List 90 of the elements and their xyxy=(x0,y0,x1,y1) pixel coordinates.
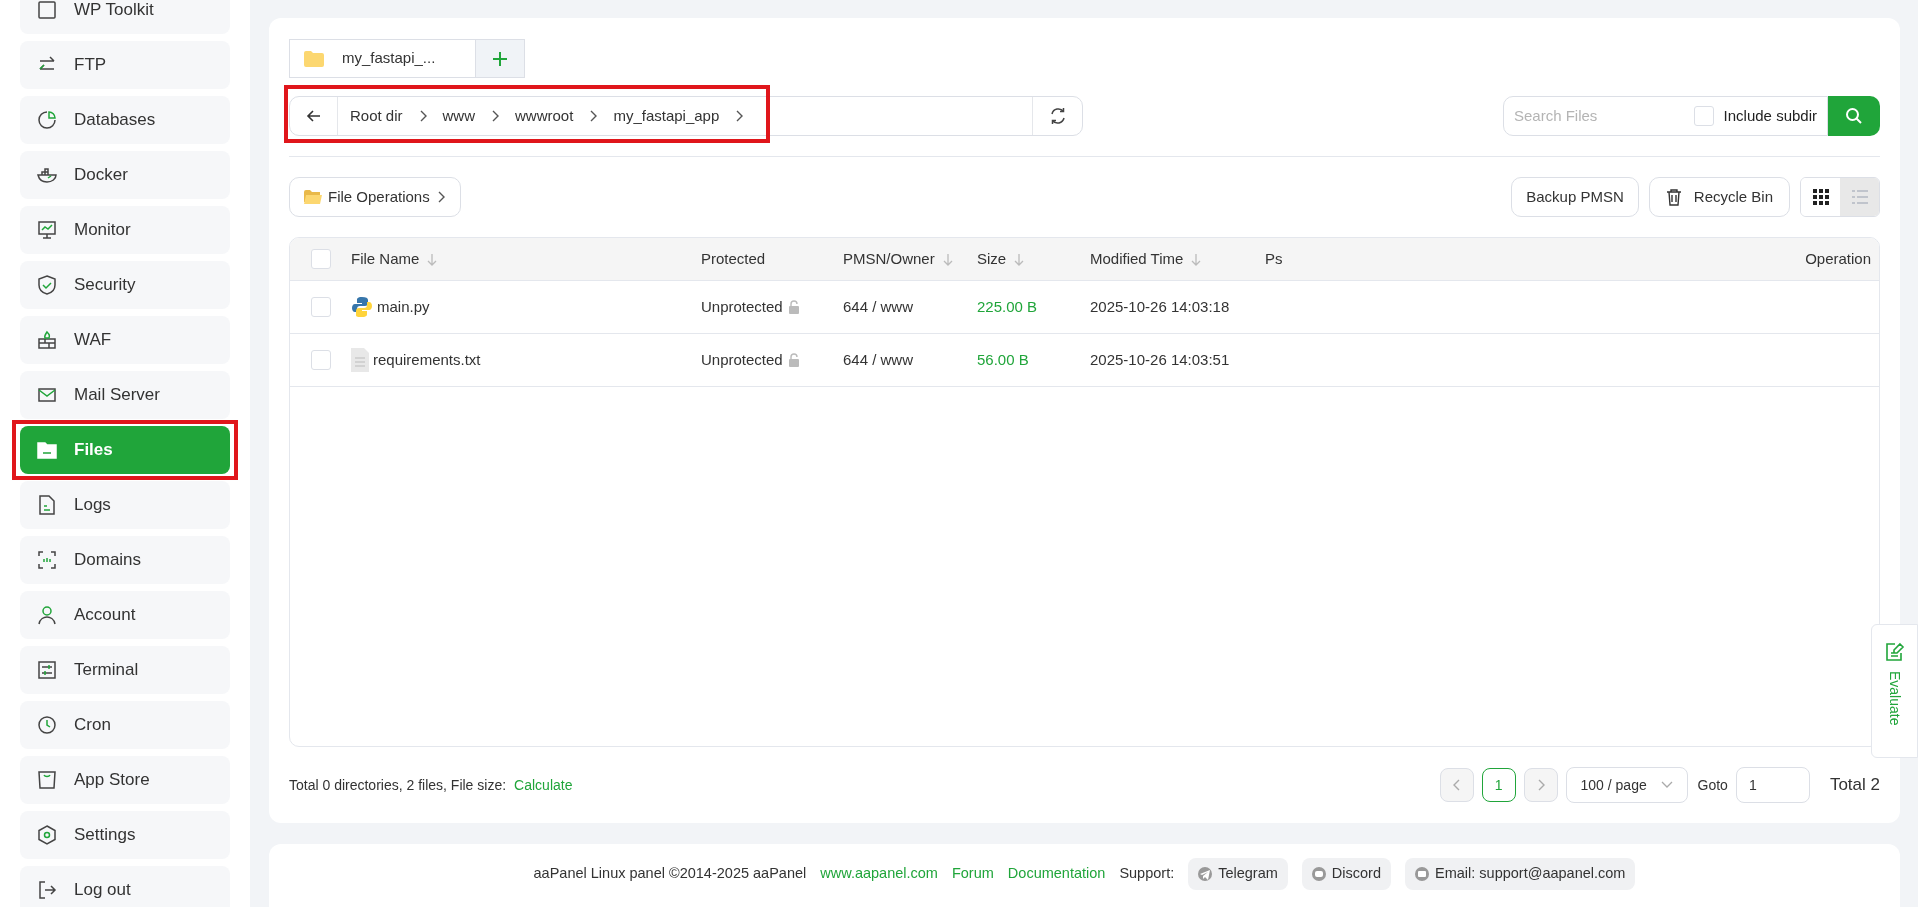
chevron-right-icon xyxy=(588,109,599,123)
sidebar-item[interactable]: Databases xyxy=(20,96,230,144)
list-icon xyxy=(1851,190,1868,204)
goto-page-field[interactable]: 1 xyxy=(1735,767,1810,803)
waf-icon xyxy=(36,329,58,351)
chevron-left-icon xyxy=(1452,779,1461,791)
recycle-bin-button[interactable]: Recycle Bin xyxy=(1648,177,1790,217)
dropdown-caret-icon xyxy=(1660,781,1673,789)
chevron-right-icon xyxy=(734,109,745,123)
column-header[interactable]: Modified Time xyxy=(1090,247,1184,271)
files-icon xyxy=(36,439,58,461)
breadcrumb-link[interactable]: www xyxy=(436,104,482,128)
goto-label: Goto xyxy=(1697,775,1728,795)
row-checkbox[interactable] xyxy=(310,350,331,370)
edit-note-icon xyxy=(1883,641,1906,663)
row-checkbox[interactable] xyxy=(310,297,331,317)
sidebar-item[interactable]: WAF xyxy=(20,316,230,364)
python-file-icon xyxy=(351,296,373,318)
search-field[interactable]: Search Files xyxy=(1514,104,1694,128)
table-cell: 2025-10-26 14:03:51 xyxy=(1090,350,1230,368)
breadcrumb-link[interactable]: my_fastapi_app xyxy=(607,104,726,128)
chevron-right-icon xyxy=(1536,779,1545,791)
folder-icon xyxy=(304,50,324,67)
domains-icon xyxy=(36,549,58,571)
copyright-text: aaPanel Linux panel ©2014-2025 aaPanel xyxy=(533,864,807,884)
sidebar-item[interactable]: Settings xyxy=(20,811,230,859)
protection-status[interactable]: Unprotected xyxy=(701,295,783,319)
checkbox-label: Include subdir xyxy=(1723,105,1817,126)
discord-button[interactable]: Discord xyxy=(1301,858,1391,890)
search-bar[interactable]: Search Files Include subdir xyxy=(1503,96,1828,136)
sidebar-item[interactable]: App Store xyxy=(20,756,230,804)
text-file-icon xyxy=(351,348,369,372)
column-header[interactable]: Operation xyxy=(1805,247,1871,271)
breadcrumb-link[interactable]: Root dir xyxy=(344,104,409,128)
page-size-select[interactable]: 100 / page xyxy=(1565,767,1688,803)
sidebar-item[interactable]: Terminal xyxy=(20,646,230,694)
column-header[interactable]: Ps xyxy=(1265,247,1283,271)
monitor-icon xyxy=(36,219,58,241)
total-count: Total 2 xyxy=(1829,774,1880,797)
sidebar-item[interactable]: Domains xyxy=(20,536,230,584)
unlocked-padlock-icon xyxy=(786,300,801,314)
sidebar-item[interactable]: Account xyxy=(20,591,230,639)
add-tab-button[interactable] xyxy=(476,40,524,77)
email-button[interactable]: Email: support@aapanel.com xyxy=(1405,858,1636,890)
sidebar-item[interactable]: Logs xyxy=(20,481,230,529)
column-header[interactable]: Size xyxy=(977,247,1007,271)
folder-icon xyxy=(304,190,322,204)
sidebar-item[interactable]: WP Toolkit xyxy=(20,0,230,34)
sidebar-item[interactable]: Cron xyxy=(20,701,230,749)
logs-icon xyxy=(36,494,58,516)
next-page-button[interactable] xyxy=(1523,768,1558,802)
table-cell[interactable]: 644 / www xyxy=(843,297,914,315)
trash-icon xyxy=(1665,188,1682,206)
column-header[interactable]: File Name xyxy=(351,247,420,271)
account-icon xyxy=(36,604,58,626)
previous-page-button[interactable] xyxy=(1439,768,1474,802)
sidebar-item[interactable]: Security xyxy=(20,261,230,309)
sidebar-item[interactable]: Monitor xyxy=(20,206,230,254)
breadcrumb-link[interactable]: wwwroot xyxy=(509,104,580,128)
sidebar-item[interactable]: Docker xyxy=(20,151,230,199)
column-header[interactable]: PMSN/Owner xyxy=(843,247,935,271)
grid-icon xyxy=(1812,189,1829,205)
protection-status[interactable]: Unprotected xyxy=(701,348,783,372)
search-icon xyxy=(1845,107,1863,125)
select-all-checkbox[interactable] xyxy=(310,249,331,269)
checkbox[interactable] xyxy=(1693,106,1714,126)
security-icon xyxy=(36,274,58,296)
file-name-link[interactable]: requirements.txt xyxy=(373,348,481,372)
table-cell[interactable]: 644 / www xyxy=(843,350,914,368)
terminal-icon xyxy=(36,659,58,681)
backup-pmsn-button[interactable]: Backup PMSN xyxy=(1511,177,1639,217)
sidebar-item[interactable]: Mail Server xyxy=(20,371,230,419)
support-label: Support: xyxy=(1119,864,1175,884)
settings-icon xyxy=(36,824,58,846)
file-name-link[interactable]: main.py xyxy=(377,295,430,319)
evaluate-label: Evaluate xyxy=(1886,671,1904,726)
unlocked-padlock-icon xyxy=(786,353,801,367)
plus-icon xyxy=(491,49,509,68)
table-cell: 2025-10-26 14:03:18 xyxy=(1090,297,1230,315)
file-operations-button[interactable]: File Operations xyxy=(289,177,461,217)
search-button[interactable] xyxy=(1828,96,1880,136)
column-header[interactable]: Protected xyxy=(701,247,766,271)
logout-icon xyxy=(36,879,58,901)
telegram-icon xyxy=(1198,867,1213,881)
file-summary: Total 0 directories, 2 files, File size: xyxy=(289,775,507,795)
sidebar-item[interactable]: Log out xyxy=(20,866,230,907)
telegram-button[interactable]: Telegram xyxy=(1188,858,1288,890)
chevron-right-icon xyxy=(490,109,501,123)
sidebar-item[interactable]: FTP xyxy=(20,41,230,89)
cron-icon xyxy=(36,714,58,736)
